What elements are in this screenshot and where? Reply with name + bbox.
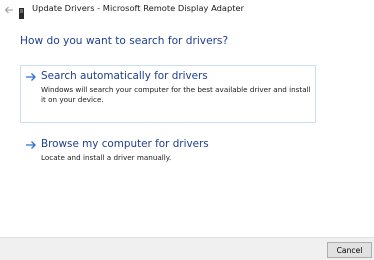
option-title: Browse my computer for drivers	[41, 138, 209, 150]
footer-bar: Cancel	[0, 237, 374, 260]
right-arrow-icon	[26, 141, 36, 149]
option-title: Search automatically for drivers	[41, 70, 208, 82]
search-automatically-option[interactable]: Search automatically for drivers Windows…	[20, 65, 316, 123]
window-title: Update Drivers - Microsoft Remote Displa…	[32, 3, 244, 13]
option-description: Windows will search your computer for th…	[41, 85, 311, 104]
cancel-button[interactable]: Cancel	[327, 242, 372, 258]
page-heading: How do you want to search for drivers?	[20, 35, 229, 47]
browse-computer-option[interactable]: Browse my computer for drivers Locate an…	[20, 133, 316, 173]
right-arrow-icon	[26, 73, 36, 81]
title-bar: Update Drivers - Microsoft Remote Displa…	[0, 0, 374, 20]
back-arrow-icon	[4, 6, 13, 14]
update-drivers-window: Update Drivers - Microsoft Remote Displa…	[0, 0, 374, 260]
device-icon	[19, 4, 24, 19]
option-description: Locate and install a driver manually.	[41, 153, 172, 162]
back-button[interactable]	[2, 2, 16, 16]
